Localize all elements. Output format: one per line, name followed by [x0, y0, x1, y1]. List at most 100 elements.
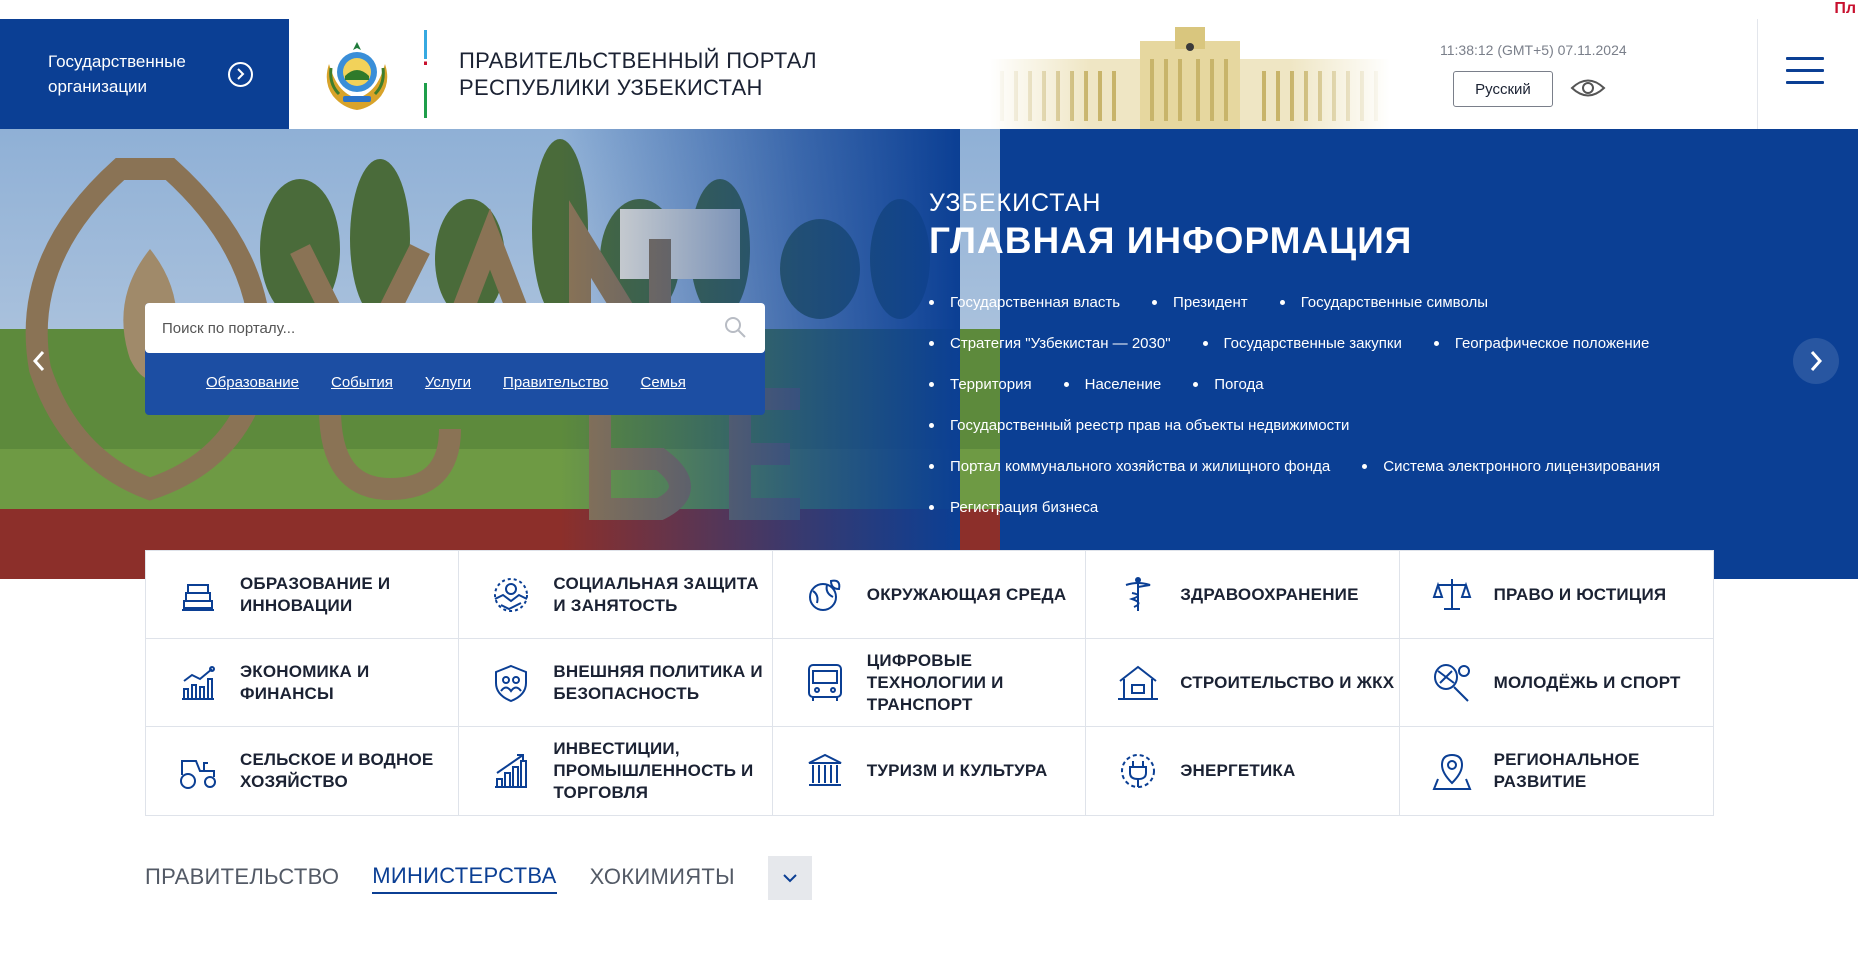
info-link[interactable]: Государственный реестр прав на объекты н… — [929, 405, 1349, 446]
category-environment[interactable]: ОКРУЖАЮЩАЯ СРЕДА — [772, 551, 1087, 639]
info-link[interactable]: Портал коммунального хозяйства и жилищно… — [929, 446, 1330, 487]
chevron-down-icon — [783, 874, 797, 883]
news-ticker[interactable]: Пл — [1832, 0, 1858, 18]
category-tourism[interactable]: ТУРИЗМ И КУЛЬТУРА — [773, 727, 1087, 815]
hero-kicker: УЗБЕКИСТАН — [929, 189, 1102, 217]
info-link[interactable]: Президент — [1152, 282, 1248, 323]
main-info-links: Государственная власть Президент Государ… — [929, 282, 1799, 528]
info-link[interactable]: Система электронного лицензирования — [1362, 446, 1660, 487]
eye-icon[interactable] — [1570, 77, 1606, 104]
gov-orgs-label: Государственные организации — [48, 52, 186, 96]
shield-people-icon — [489, 661, 533, 705]
category-label: ВНЕШНЯЯ ПОЛИТИКА И БЕЗОПАСНОСТЬ — [553, 661, 763, 703]
category-construction[interactable]: СТРОИТЕЛЬСТВО И ЖКХ — [1086, 639, 1400, 727]
category-label: ЭНЕРГЕТИКА — [1180, 761, 1296, 780]
info-link[interactable]: Государственная власть — [929, 282, 1120, 323]
bus-icon — [803, 661, 847, 705]
search-icon[interactable] — [723, 315, 747, 344]
tab-government[interactable]: ПРАВИТЕЛЬСТВО — [145, 864, 339, 893]
category-agriculture[interactable]: СЕЛЬСКОЕ И ВОДНОЕ ХОЗЯЙСТВО — [146, 727, 460, 815]
category-label: ТУРИЗМ И КУЛЬТУРА — [866, 761, 1048, 780]
quick-links: Образование События Услуги Правительство… — [206, 374, 686, 391]
category-label: ИНВЕСТИЦИИ, ПРОМЫШЛЕННОСТЬ И ТОРГОВЛЯ — [553, 739, 754, 802]
info-link[interactable]: Государственные символы — [1279, 282, 1488, 323]
organizations-tabs: ПРАВИТЕЛЬСТВО МИНИСТЕРСТВА ХОКИМИЯТЫ — [145, 856, 812, 900]
museum-icon — [803, 749, 847, 793]
caduceus-icon — [1116, 573, 1160, 617]
expand-tabs-button[interactable] — [767, 856, 812, 900]
main-info-block: УЗБЕКИСТАН ГЛАВНАЯ ИНФОРМАЦИЯ Государств… — [929, 189, 1789, 528]
category-grid: ОБРАЗОВАНИЕ И ИННОВАЦИИ СОЦИАЛЬНАЯ ЗАЩИТ… — [145, 550, 1714, 816]
category-law[interactable]: ПРАВО И ЮСТИЦИЯ — [1399, 551, 1713, 639]
books-icon — [176, 573, 220, 617]
hero-prev-button[interactable] — [16, 338, 62, 384]
quick-link-events[interactable]: События — [331, 374, 393, 391]
search-box — [145, 303, 765, 353]
tennis-icon — [1430, 661, 1474, 705]
category-investment[interactable]: ИНВЕСТИЦИИ, ПРОМЫШЛЕННОСТЬ И ТОРГОВЛЯ — [459, 727, 773, 815]
category-digital[interactable]: ЦИФРОВЫЕ ТЕХНОЛОГИИ И ТРАНСПОРТ — [772, 639, 1087, 727]
hero-title: ГЛАВНАЯ ИНФОРМАЦИЯ — [929, 220, 1413, 261]
site-header: Государственные организации ПРАВИТЕЛЬСТВ… — [0, 19, 1858, 129]
chevron-left-icon — [32, 351, 45, 371]
category-label: ПРАВО И ЮСТИЦИЯ — [1493, 584, 1667, 604]
handshake-icon — [489, 573, 533, 617]
category-label: ЗДРАВООХРАНЕНИЕ — [1180, 584, 1359, 604]
info-link[interactable]: Государственные закупки — [1202, 323, 1402, 364]
globe-leaf-icon — [803, 573, 847, 617]
category-education[interactable]: ОБРАЗОВАНИЕ И ИННОВАЦИИ — [146, 551, 460, 639]
language-select[interactable]: Русский — [1453, 71, 1553, 107]
chevron-right-icon — [228, 61, 253, 87]
hero-next-button[interactable] — [1793, 338, 1839, 384]
category-foreign-policy[interactable]: ВНЕШНЯЯ ПОЛИТИКА И БЕЗОПАСНОСТЬ — [459, 639, 773, 727]
category-label: ОБРАЗОВАНИЕ И ИННОВАЦИИ — [240, 573, 391, 615]
header-utilities: 11:38:12 (GMT+5) 07.11.2024 Русский — [1440, 19, 1660, 129]
gov-orgs-button[interactable]: Государственные организации — [0, 19, 289, 129]
category-youth-sport[interactable]: МОЛОДЁЖЬ И СПОРТ — [1399, 639, 1713, 727]
category-label: ЭКОНОМИКА И ФИНАНСЫ — [240, 661, 370, 703]
search-input[interactable] — [162, 319, 702, 337]
quick-link-education[interactable]: Образование — [206, 374, 299, 391]
info-link[interactable]: Географическое положение — [1433, 323, 1649, 364]
bar-chart-icon — [489, 749, 533, 793]
map-pin-icon — [1430, 749, 1474, 793]
category-economy[interactable]: ЭКОНОМИКА И ФИНАНСЫ — [146, 639, 460, 727]
category-social[interactable]: СОЦИАЛЬНАЯ ЗАЩИТА И ЗАНЯТОСТЬ — [459, 551, 773, 639]
state-emblem[interactable] — [289, 19, 424, 129]
info-link[interactable]: Стратегия "Узбекистан — 2030" — [929, 323, 1171, 364]
info-link[interactable]: Погода — [1193, 364, 1264, 405]
quick-link-government[interactable]: Правительство — [503, 374, 608, 391]
house-icon — [1116, 661, 1160, 705]
info-link[interactable]: Регистрация бизнеса — [929, 487, 1098, 528]
category-health[interactable]: ЗДРАВООХРАНЕНИЕ — [1086, 551, 1400, 639]
category-label: МОЛОДЁЖЬ И СПОРТ — [1493, 672, 1681, 692]
clock: 11:38:12 (GMT+5) 07.11.2024 — [1440, 42, 1627, 58]
tab-ministries[interactable]: МИНИСТЕРСТВА — [372, 863, 557, 894]
category-label: СЕЛЬСКОЕ И ВОДНОЕ ХОЗЯЙСТВО — [240, 750, 434, 791]
chevron-right-icon — [1810, 351, 1823, 371]
category-energy[interactable]: ЭНЕРГЕТИКА — [1086, 727, 1400, 815]
category-label: СОЦИАЛЬНАЯ ЗАЩИТА И ЗАНЯТОСТЬ — [553, 573, 759, 615]
category-regional[interactable]: РЕГИОНАЛЬНОЕ РАЗВИТИЕ — [1400, 727, 1713, 815]
menu-burger-icon[interactable] — [1786, 57, 1824, 87]
quick-link-family[interactable]: Семья — [641, 374, 686, 391]
tab-khokimiyats[interactable]: ХОКИМИЯТЫ — [590, 864, 735, 893]
category-label: ЦИФРОВЫЕ ТЕХНОЛОГИИ И ТРАНСПОРТ — [866, 650, 1004, 714]
info-link[interactable]: Население — [1063, 364, 1161, 405]
category-label: РЕГИОНАЛЬНОЕ РАЗВИТИЕ — [1493, 750, 1640, 791]
scales-icon — [1430, 573, 1474, 617]
search-card: Образование События Услуги Правительство… — [145, 303, 765, 415]
portal-title[interactable]: ПРАВИТЕЛЬСТВЕННЫЙ ПОРТАЛ РЕСПУБЛИКИ УЗБЕ… — [427, 19, 927, 129]
emblem-icon — [326, 42, 387, 110]
hero-section: Образование События Услуги Правительство… — [0, 129, 1858, 579]
portal-title-line2: РЕСПУБЛИКИ УЗБЕКИСТАН — [459, 75, 763, 100]
plug-icon — [1116, 749, 1160, 793]
info-link[interactable]: Территория — [929, 364, 1032, 405]
portal-title-line1: ПРАВИТЕЛЬСТВЕННЫЙ ПОРТАЛ — [459, 48, 817, 73]
header-separator — [1757, 19, 1758, 129]
category-label: СТРОИТЕЛЬСТВО И ЖКХ — [1180, 672, 1395, 692]
quick-link-services[interactable]: Услуги — [425, 374, 471, 391]
category-label: ОКРУЖАЮЩАЯ СРЕДА — [866, 584, 1067, 604]
tractor-icon — [176, 749, 220, 793]
growth-chart-icon — [176, 661, 220, 705]
